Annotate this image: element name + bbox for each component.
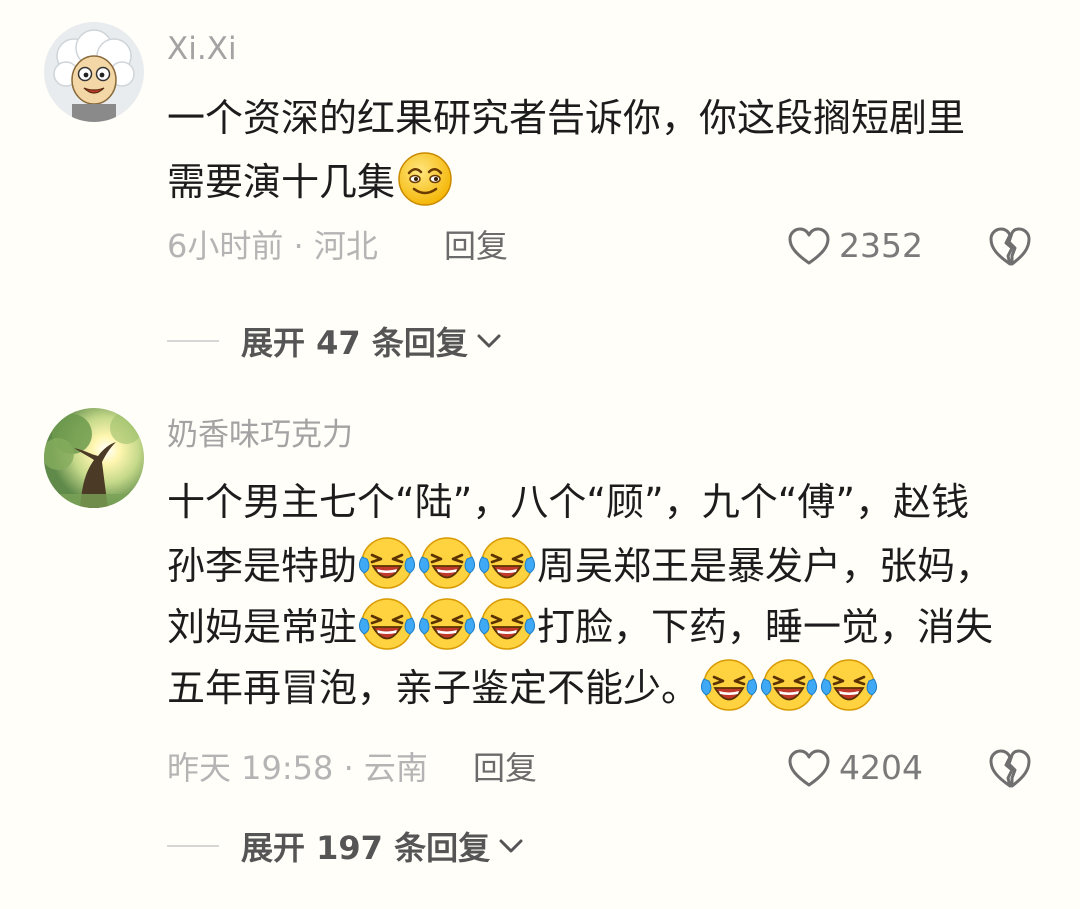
comment-content: 十个男主七个“陆”，八个“顾”，九个“傅”，赵钱 孙李是特助 周吴郑王是暴发户，张… [167,472,1037,716]
avatar[interactable] [44,22,144,122]
comment-time-location: 6小时前 · 河北 [167,227,378,265]
reply-button[interactable]: 回复 [473,746,537,790]
laugh-cry-emoji-icon [478,594,536,652]
content-text: 周吴郑王是暴发户，张妈， [537,544,994,588]
content-text: 五年再冒泡，亲子鉴定不能少。 [167,666,700,710]
content-line: 五年再冒泡，亲子鉴定不能少。 [167,655,1037,716]
smirk-face-emoji-icon [396,149,454,207]
content-line: 刘妈是常驻 打脸，下药，睡一觉，消失 [167,594,1037,655]
laugh-cry-emoji-icon [418,533,476,591]
comment-list: Xi.Xi 一个资深的红果研究者告诉你，你这段搁短剧里 需要演十几集 6小时前 … [0,0,1080,909]
comment-time-location: 昨天 19:58 · 云南 [167,749,428,787]
divider [167,340,219,342]
like-button[interactable]: 4204 [787,746,923,790]
laugh-cry-emoji-icon [820,655,878,713]
like-count: 4204 [839,748,923,787]
laugh-cry-emoji-icon [478,533,536,591]
tree-sunlight-avatar-icon [44,408,144,508]
dislike-button[interactable] [988,224,1032,268]
laugh-cry-emoji-icon [418,594,476,652]
content-text: 十个男主七个“陆”，八个“顾”，九个“傅”，赵钱 [167,480,970,524]
content-line: 十个男主七个“陆”，八个“顾”，九个“傅”，赵钱 [167,472,1037,533]
comment-content: 一个资深的红果研究者告诉你，你这段搁短剧里 需要演十几集 [167,88,1037,210]
chevron-down-icon [499,839,523,853]
content-text: 孙李是特助 [167,544,358,588]
heart-outline-icon [788,749,830,787]
laugh-cry-emoji-icon [760,655,818,713]
avatar[interactable] [44,408,144,508]
content-line: 孙李是特助 周吴郑王是暴发户，张妈， [167,533,1037,594]
content-text: 需要演十几集 [167,160,396,204]
heart-outline-icon [788,227,830,265]
content-text: 打脸，下药，睡一觉，消失 [537,605,994,649]
dislike-button[interactable] [988,746,1032,790]
laugh-cry-emoji-icon [700,655,758,713]
divider [167,845,219,847]
laugh-cry-emoji-icon [358,594,416,652]
expand-replies-button[interactable]: 展开 47 条回复 [167,319,502,363]
like-count: 2352 [839,226,923,265]
expand-replies-label: 展开 197 条回复 [241,829,491,867]
broken-heart-icon [989,227,1031,266]
goat-cartoon-avatar-icon [44,22,144,122]
content-text: 一个资深的红果研究者告诉你，你这段搁短剧里 [167,96,966,140]
username[interactable]: 奶香味巧克力 [167,410,353,460]
broken-heart-icon [989,749,1031,788]
username[interactable]: Xi.Xi [167,24,237,74]
reply-button[interactable]: 回复 [444,224,508,268]
laugh-cry-emoji-icon [358,533,416,591]
content-text: 刘妈是常驻 [167,605,358,649]
content-line: 需要演十几集 [167,149,1037,210]
like-button[interactable]: 2352 [787,224,923,268]
chevron-down-icon [477,334,501,348]
expand-replies-button[interactable]: 展开 197 条回复 [167,824,524,868]
content-line: 一个资深的红果研究者告诉你，你这段搁短剧里 [167,88,1037,149]
expand-replies-label: 展开 47 条回复 [241,324,468,362]
